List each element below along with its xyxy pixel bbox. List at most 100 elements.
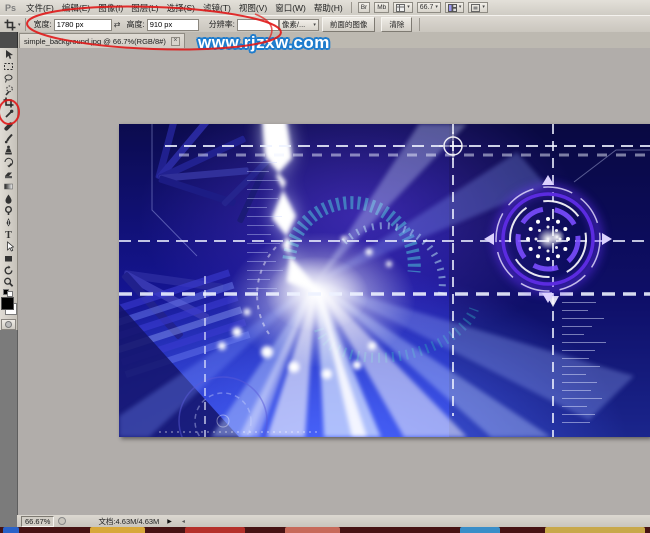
start-button[interactable] <box>3 527 19 533</box>
height-input[interactable] <box>147 19 199 31</box>
menu-image[interactable]: 图像(I) <box>94 2 127 14</box>
close-icon[interactable]: × <box>171 37 180 46</box>
crop-icon <box>4 19 16 31</box>
menu-select[interactable]: 选择(S) <box>163 2 199 14</box>
lasso-icon <box>3 73 14 84</box>
tool-clone-stamp[interactable] <box>0 144 17 156</box>
tools-panel-header[interactable] <box>0 32 18 48</box>
view-extras-icon <box>396 4 405 12</box>
tool-move[interactable] <box>0 48 17 60</box>
tool-rotate-view[interactable] <box>0 264 17 276</box>
tool-dodge[interactable] <box>0 204 17 216</box>
tool-path-selection[interactable] <box>0 240 17 252</box>
document-tab-title: simple_background.jpg @ 66.7%(RGB/8#) <box>24 37 166 46</box>
menu-edit[interactable]: 编辑(E) <box>58 2 94 14</box>
arrange-documents-button[interactable]: ▾ <box>445 2 465 13</box>
taskbar-item[interactable] <box>90 527 145 533</box>
mini-bridge-button[interactable]: Mb <box>374 2 389 13</box>
rectangle-icon <box>3 253 14 264</box>
bridge-icon: Br <box>361 3 368 12</box>
height-label: 高度: <box>126 19 144 30</box>
watermark-text: www.rjzxw.com <box>198 33 330 53</box>
tool-eyedropper[interactable] <box>0 108 17 120</box>
path-selection-icon <box>3 241 14 252</box>
tool-rectangle-shape[interactable] <box>0 252 17 264</box>
windows-taskbar[interactable] <box>0 527 650 533</box>
tool-pen[interactable] <box>0 216 17 228</box>
view-extras-button[interactable]: ▾ <box>393 2 413 13</box>
resolution-unit-dropdown[interactable]: 像素/... ▾ <box>279 19 319 31</box>
pen-icon <box>3 217 14 228</box>
menu-layer[interactable]: 图层(L) <box>127 2 162 14</box>
quick-mask-button[interactable] <box>1 319 16 330</box>
tools-panel: T <box>0 48 18 330</box>
taskbar-item[interactable] <box>285 527 340 533</box>
resolution-unit-value: 像素/... <box>282 19 305 30</box>
status-zoom-field[interactable]: 66.67% <box>21 516 54 527</box>
photoshop-logo: Ps <box>0 3 22 13</box>
screen-mode-button[interactable]: ▾ <box>468 2 488 13</box>
front-image-button[interactable]: 前面的图像 <box>322 17 376 32</box>
tool-spot-healing-brush[interactable] <box>0 120 17 132</box>
chevron-down-icon: ▾ <box>407 3 410 12</box>
resolution-input[interactable] <box>237 19 279 31</box>
tool-lasso[interactable] <box>0 72 17 84</box>
taskbar-tray[interactable] <box>545 527 645 533</box>
launch-bridge-button[interactable]: Br <box>358 2 371 13</box>
menu-file[interactable]: 文件(F) <box>22 2 58 14</box>
chevron-down-icon: ▾ <box>459 3 462 12</box>
foreground-color-swatch[interactable] <box>1 297 14 310</box>
tool-brush[interactable] <box>0 132 17 144</box>
left-panel-strip <box>0 330 18 527</box>
tool-rectangular-marquee[interactable] <box>0 60 17 72</box>
tool-eraser[interactable] <box>0 168 17 180</box>
crop-icon <box>3 97 14 108</box>
eraser-icon <box>3 169 14 180</box>
tool-type[interactable]: T <box>0 228 17 240</box>
rotate-view-icon <box>3 265 14 276</box>
move-icon <box>3 49 14 60</box>
status-popup-arrow[interactable]: ▶ <box>167 518 172 525</box>
width-label: 宽度: <box>34 19 52 30</box>
marquee-icon <box>3 61 14 72</box>
scrollbar-left-arrow[interactable]: ◂ <box>182 518 185 525</box>
foreground-background-swatches[interactable] <box>0 296 17 316</box>
healing-brush-icon <box>3 121 14 132</box>
status-bar: 66.67% 文档:4.63M/4.63M ▶ ◂ <box>17 515 650 527</box>
canvas[interactable] <box>119 124 650 437</box>
status-icon <box>58 517 66 525</box>
tool-quick-selection[interactable] <box>0 84 17 96</box>
separator <box>351 2 352 13</box>
taskbar-item[interactable] <box>185 527 245 533</box>
dodge-icon <box>3 205 14 216</box>
svg-text:T: T <box>5 230 12 240</box>
document-tab[interactable]: simple_background.jpg @ 66.7%(RGB/8#) × <box>19 33 185 49</box>
swap-dimensions-icon[interactable]: ⇄ <box>114 20 121 29</box>
clone-stamp-icon <box>3 145 14 156</box>
mini-bridge-icon: Mb <box>377 3 386 12</box>
tool-preset-picker[interactable]: ▾ <box>4 19 21 31</box>
separator <box>25 18 26 31</box>
width-input[interactable] <box>54 19 112 31</box>
separator <box>419 18 420 31</box>
canvas-image <box>119 124 650 437</box>
arrange-documents-icon <box>448 4 457 12</box>
menu-filter[interactable]: 滤镜(T) <box>199 2 235 14</box>
menu-help[interactable]: 帮助(H) <box>310 2 347 14</box>
tool-zoom[interactable] <box>0 276 17 288</box>
document-size-info: 文档:4.63M/4.63M <box>98 516 159 527</box>
taskbar-item[interactable] <box>460 527 500 533</box>
tool-crop[interactable] <box>0 96 17 108</box>
tool-gradient[interactable] <box>0 180 17 192</box>
eyedropper-icon <box>3 109 14 120</box>
clear-button[interactable]: 清除 <box>381 17 412 32</box>
tool-history-brush[interactable] <box>0 156 17 168</box>
chevron-down-icon: ▾ <box>18 22 21 28</box>
menu-window[interactable]: 窗口(W) <box>271 2 310 14</box>
options-bar: ▾ 宽度: ⇄ 高度: 分辨率: 像素/... ▾ 前面的图像 清除 <box>0 15 650 33</box>
default-colors-icon[interactable] <box>0 288 17 296</box>
screen-mode-icon <box>471 4 480 12</box>
tool-blur[interactable] <box>0 192 17 204</box>
zoom-level-dropdown[interactable]: 66.7 ▾ <box>417 2 441 13</box>
menu-view[interactable]: 视图(V) <box>235 2 271 14</box>
